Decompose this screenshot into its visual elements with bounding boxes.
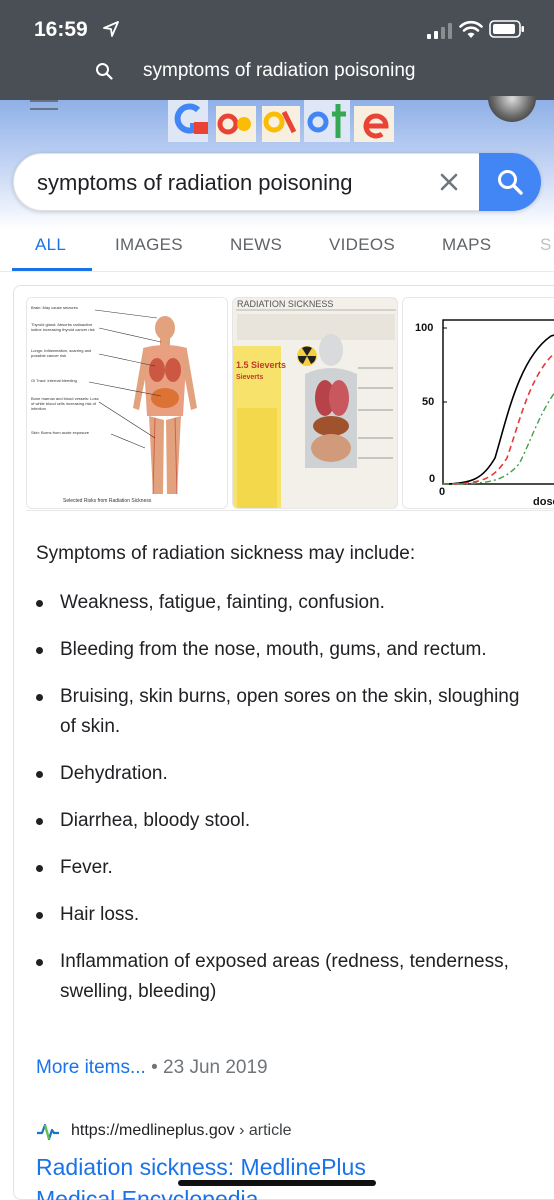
thumb1-callout: Brain: May cause seizures: [31, 305, 78, 310]
google-doodle-logo[interactable]: [168, 100, 394, 142]
symptom-list: Weakness, fatigue, fainting, confusion. …: [36, 588, 536, 1024]
list-item: Weakness, fatigue, fainting, confusion.: [36, 588, 536, 618]
search-input[interactable]: symptoms of radiation poisoning: [37, 170, 353, 196]
thumb2-unit: Sieverts: [236, 374, 264, 381]
thumb1-callout: Bone marrow and blood vessels: Loss of w…: [31, 396, 99, 411]
image-thumbnail-body-risks[interactable]: Brain: May cause seizures Thyroid gland:…: [26, 297, 228, 509]
result-url-crumb: › article: [239, 1122, 292, 1139]
search-button[interactable]: [479, 153, 541, 211]
separator-dot: •: [151, 1057, 158, 1078]
thumb3-ytick: 100: [415, 322, 434, 334]
thumb1-callout: Thyroid gland: Absorbs radioactive iodin…: [31, 322, 95, 332]
home-indicator[interactable]: [178, 1180, 376, 1186]
tab-videos[interactable]: VIDEOS: [329, 235, 395, 255]
hamburger-menu-icon[interactable]: [30, 100, 58, 114]
thumb1-caption: Selected Risks from Radiation Sickness: [63, 498, 152, 504]
thumb3-ytick: 50: [422, 396, 435, 408]
thumb1-callout: Lungs: Inflammation, scarring and possib…: [31, 348, 92, 358]
tab-all[interactable]: ALL: [35, 235, 66, 255]
result-url: https://medlineplus.gov › article: [71, 1122, 292, 1140]
medlineplus-favicon-icon: [37, 1123, 59, 1141]
tab-news[interactable]: NEWS: [230, 235, 282, 255]
search-box[interactable]: symptoms of radiation poisoning: [13, 153, 541, 211]
status-time: 16:59: [34, 18, 88, 41]
result-title-link-continued[interactable]: Medical Encyclopedia: [36, 1186, 258, 1200]
account-avatar[interactable]: [488, 96, 536, 122]
list-item: Bruising, skin burns, open sores on the …: [36, 682, 536, 742]
featured-snippet-card: Brain: May cause seizures Thyroid gland:…: [13, 285, 554, 1200]
wifi-icon: [459, 20, 483, 38]
infographic-image: [233, 309, 396, 508]
list-item: Dehydration.: [36, 759, 536, 789]
snippet-footer: More items... • 23 Jun 2019: [36, 1057, 268, 1079]
clear-icon[interactable]: [437, 170, 461, 194]
tab-images[interactable]: IMAGES: [115, 235, 183, 255]
tab-shopping[interactable]: S: [540, 235, 552, 255]
thumb3-xtick: 0: [439, 486, 446, 498]
search-tabs: ALL IMAGES NEWS VIDEOS MAPS S: [0, 226, 554, 272]
url-bar-query[interactable]: symptoms of radiation poisoning: [143, 60, 415, 82]
url-bar[interactable]: symptoms of radiation poisoning: [0, 58, 554, 88]
thumb1-callout: Skin: Burns from acute exposure: [31, 430, 90, 435]
cellular-signal-icon: [427, 23, 452, 39]
image-thumbnail-radiation-sickness[interactable]: RADIATION SICKNESS 1.5 Sieverts Sieverts: [232, 297, 398, 509]
snippet-heading: Symptoms of radiation sickness may inclu…: [36, 543, 416, 564]
more-items-link[interactable]: More items...: [36, 1057, 146, 1078]
list-item: Diarrhea, bloody stool.: [36, 806, 536, 836]
active-tab-indicator: [12, 268, 92, 271]
list-item: Bleeding from the nose, mouth, gums, and…: [36, 635, 536, 665]
list-item: Inflammation of exposed areas (redness, …: [36, 947, 536, 1007]
thumb2-value: 1.5 Sieverts: [236, 360, 287, 370]
thumb3-ytick: 0: [429, 473, 436, 485]
image-thumbnail-dose-chart[interactable]: 100 50 0 0 5 dose: [402, 297, 554, 509]
list-item: Fever.: [36, 853, 536, 883]
search-icon: [96, 63, 113, 80]
result-url-domain: https://medlineplus.gov: [71, 1122, 235, 1139]
image-carousel[interactable]: Brain: May cause seizures Thyroid gland:…: [26, 297, 554, 511]
list-item: Hair loss.: [36, 900, 536, 930]
result-title-link[interactable]: Radiation sickness: MedlinePlus: [36, 1154, 366, 1181]
tab-maps[interactable]: MAPS: [442, 235, 491, 255]
browser-chrome: 16:59 symptoms of radiation poisoning: [0, 0, 554, 100]
status-bar: 16:59: [0, 0, 554, 58]
snippet-date: 23 Jun 2019: [163, 1057, 268, 1078]
thumb1-callout: GI Tract: internal bleeding: [31, 378, 77, 383]
battery-icon: [489, 20, 524, 38]
thumb3-xlabel: dose: [533, 496, 554, 508]
search-icon: [498, 170, 523, 195]
location-arrow-icon: [103, 21, 119, 37]
